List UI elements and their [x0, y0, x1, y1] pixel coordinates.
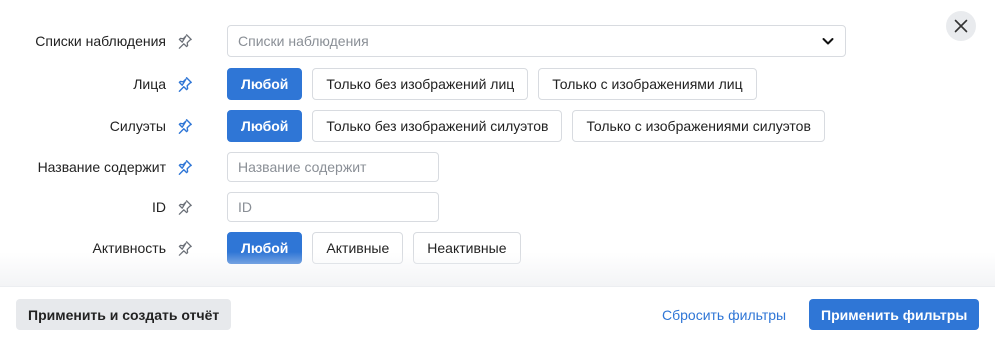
- filter-label-watchlists: Списки наблюдения: [35, 33, 166, 49]
- reset-filters-link[interactable]: Сбросить фильтры: [662, 307, 786, 323]
- pin-icon[interactable]: [177, 33, 193, 49]
- pin-icon[interactable]: [177, 118, 193, 134]
- apply-filters-button[interactable]: Применить фильтры: [809, 299, 980, 330]
- watchlists-select-placeholder: Списки наблюдения: [238, 33, 369, 49]
- filter-row-name-contains: Название содержит: [0, 152, 995, 182]
- pin-outline-icon: [178, 200, 192, 215]
- filter-row-faces: Лица Любой Только без изображений лиц То…: [0, 68, 995, 100]
- pin-filled-icon: [178, 160, 192, 175]
- silhouettes-option-without[interactable]: Только без изображений силуэтов: [312, 110, 563, 142]
- id-input[interactable]: [227, 192, 439, 222]
- pin-filled-icon: [178, 119, 192, 134]
- filter-label-silhouettes: Силуэты: [109, 118, 166, 134]
- filters-panel: Списки наблюдения Списки наблюдения Лица…: [0, 0, 995, 345]
- filter-row-watchlists: Списки наблюдения Списки наблюдения: [0, 25, 995, 57]
- filter-row-silhouettes: Силуэты Любой Только без изображений сил…: [0, 110, 995, 142]
- apply-and-report-button[interactable]: Применить и создать отчёт: [16, 299, 232, 330]
- scroll-fade: [0, 252, 995, 286]
- footer-bar: Применить и создать отчёт Сбросить фильт…: [0, 286, 995, 345]
- faces-option-without[interactable]: Только без изображений лиц: [312, 68, 529, 100]
- pin-filled-icon: [178, 77, 192, 92]
- faces-option-with[interactable]: Только с изображениями лиц: [538, 68, 757, 100]
- silhouettes-option-with[interactable]: Только с изображениями силуэтов: [572, 110, 825, 142]
- faces-option-any[interactable]: Любой: [227, 68, 303, 100]
- filter-label-faces: Лица: [133, 76, 166, 92]
- chevron-down-icon: [822, 38, 834, 45]
- pin-icon[interactable]: [177, 76, 193, 92]
- watchlists-select[interactable]: Списки наблюдения: [227, 25, 846, 57]
- pin-icon[interactable]: [177, 159, 193, 175]
- filter-label-name-contains: Название содержит: [37, 159, 166, 175]
- filter-row-id: ID: [0, 192, 995, 222]
- filter-label-id: ID: [152, 199, 166, 215]
- name-contains-input[interactable]: [227, 152, 439, 182]
- pin-outline-icon: [178, 34, 192, 49]
- pin-icon[interactable]: [177, 199, 193, 215]
- silhouettes-option-any[interactable]: Любой: [227, 110, 303, 142]
